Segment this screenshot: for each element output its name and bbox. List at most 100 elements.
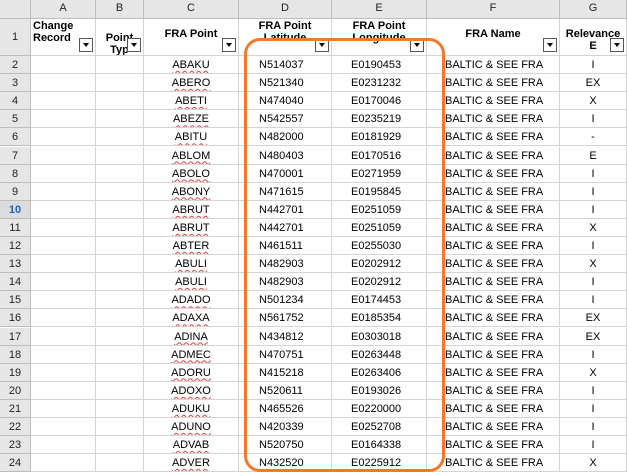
row-header[interactable]: 12 xyxy=(0,237,31,256)
change-record-cell[interactable] xyxy=(31,56,96,75)
fra-point-cell[interactable]: ABULI xyxy=(144,255,239,274)
latitude-cell[interactable]: N461511 xyxy=(239,237,332,256)
fra-name-cell[interactable]: BALTIC & SEE FRA xyxy=(427,218,560,237)
relevance-cell[interactable]: X xyxy=(560,363,627,382)
change-record-cell[interactable] xyxy=(31,381,96,400)
relevance-cell[interactable]: I xyxy=(560,164,627,183)
point-type-cell[interactable] xyxy=(96,418,144,437)
fra-name-cell[interactable]: BALTIC & SEE FRA xyxy=(427,146,560,165)
longitude-cell[interactable]: E0195845 xyxy=(332,182,427,201)
fra-point-cell[interactable]: ABEZE xyxy=(144,110,239,129)
fra-point-cell[interactable]: ABTER xyxy=(144,237,239,256)
longitude-cell[interactable]: E0303018 xyxy=(332,327,427,346)
change-record-cell[interactable] xyxy=(31,273,96,292)
row-header[interactable]: 3 xyxy=(0,74,31,93)
autofilter-dropdown-button[interactable] xyxy=(410,38,424,52)
row-header[interactable]: 22 xyxy=(0,418,31,437)
latitude-cell[interactable]: N520750 xyxy=(239,436,332,455)
relevance-cell[interactable]: I xyxy=(560,200,627,219)
fra-point-cell[interactable]: ADMEC xyxy=(144,345,239,364)
row-header[interactable]: 20 xyxy=(0,381,31,400)
change-record-cell[interactable] xyxy=(31,218,96,237)
row-header[interactable]: 13 xyxy=(0,255,31,274)
latitude-cell[interactable]: N434812 xyxy=(239,327,332,346)
fra-point-cell[interactable]: ABAKU xyxy=(144,56,239,75)
change-record-cell[interactable] xyxy=(31,128,96,147)
point-type-cell[interactable] xyxy=(96,363,144,382)
fra-name-cell[interactable]: BALTIC & SEE FRA xyxy=(427,327,560,346)
row-header[interactable]: 10 xyxy=(0,200,31,219)
point-type-cell[interactable] xyxy=(96,291,144,310)
fra-name-cell[interactable]: BALTIC & SEE FRA xyxy=(427,128,560,147)
row-header[interactable]: 2 xyxy=(0,56,31,75)
autofilter-dropdown-button[interactable] xyxy=(79,38,93,52)
column-header-a[interactable]: A xyxy=(31,0,96,19)
fra-point-cell[interactable]: ADVAB xyxy=(144,436,239,455)
row-header[interactable]: 6 xyxy=(0,128,31,147)
header-cell-a[interactable]: Change Record xyxy=(31,19,96,56)
latitude-cell[interactable]: N465526 xyxy=(239,399,332,418)
change-record-cell[interactable] xyxy=(31,454,96,473)
row-header[interactable]: 16 xyxy=(0,309,31,328)
relevance-cell[interactable]: E xyxy=(560,146,627,165)
header-cell-f[interactable]: FRA Name xyxy=(427,19,560,56)
latitude-cell[interactable]: N561752 xyxy=(239,309,332,328)
point-type-cell[interactable] xyxy=(96,273,144,292)
relevance-cell[interactable]: I xyxy=(560,399,627,418)
row-header[interactable]: 14 xyxy=(0,273,31,292)
row-header[interactable]: 11 xyxy=(0,218,31,237)
latitude-cell[interactable]: N470001 xyxy=(239,164,332,183)
row-header[interactable]: 23 xyxy=(0,436,31,455)
point-type-cell[interactable] xyxy=(96,56,144,75)
longitude-cell[interactable]: E0255030 xyxy=(332,237,427,256)
fra-name-cell[interactable]: BALTIC & SEE FRA xyxy=(427,363,560,382)
longitude-cell[interactable]: E0193026 xyxy=(332,381,427,400)
change-record-cell[interactable] xyxy=(31,418,96,437)
latitude-cell[interactable]: N474040 xyxy=(239,92,332,111)
latitude-cell[interactable]: N542557 xyxy=(239,110,332,129)
latitude-cell[interactable]: N482903 xyxy=(239,255,332,274)
row-header[interactable]: 19 xyxy=(0,363,31,382)
longitude-cell[interactable]: E0181929 xyxy=(332,128,427,147)
longitude-cell[interactable]: E0170046 xyxy=(332,92,427,111)
fra-point-cell[interactable]: ADVER xyxy=(144,454,239,473)
relevance-cell[interactable]: I xyxy=(560,436,627,455)
fra-name-cell[interactable]: BALTIC & SEE FRA xyxy=(427,110,560,129)
relevance-cell[interactable]: - xyxy=(560,128,627,147)
latitude-cell[interactable]: N470751 xyxy=(239,345,332,364)
relevance-cell[interactable]: I xyxy=(560,110,627,129)
change-record-cell[interactable] xyxy=(31,200,96,219)
fra-name-cell[interactable]: BALTIC & SEE FRA xyxy=(427,164,560,183)
column-header-c[interactable]: C xyxy=(144,0,239,19)
point-type-cell[interactable] xyxy=(96,74,144,93)
fra-name-cell[interactable]: BALTIC & SEE FRA xyxy=(427,200,560,219)
latitude-cell[interactable]: N471615 xyxy=(239,182,332,201)
change-record-cell[interactable] xyxy=(31,146,96,165)
longitude-cell[interactable]: E0164338 xyxy=(332,436,427,455)
longitude-cell[interactable]: E0220000 xyxy=(332,399,427,418)
row-header[interactable]: 8 xyxy=(0,164,31,183)
fra-name-cell[interactable]: BALTIC & SEE FRA xyxy=(427,56,560,75)
row-header[interactable]: 15 xyxy=(0,291,31,310)
change-record-cell[interactable] xyxy=(31,182,96,201)
row-header[interactable]: 18 xyxy=(0,345,31,364)
longitude-cell[interactable]: E0235219 xyxy=(332,110,427,129)
relevance-cell[interactable]: I xyxy=(560,273,627,292)
fra-name-cell[interactable]: BALTIC & SEE FRA xyxy=(427,399,560,418)
row-header[interactable]: 21 xyxy=(0,399,31,418)
fra-name-cell[interactable]: BALTIC & SEE FRA xyxy=(427,454,560,473)
latitude-cell[interactable]: N501234 xyxy=(239,291,332,310)
column-header-e[interactable]: E xyxy=(332,0,427,19)
point-type-cell[interactable] xyxy=(96,309,144,328)
relevance-cell[interactable]: I xyxy=(560,182,627,201)
longitude-cell[interactable]: E0185354 xyxy=(332,309,427,328)
relevance-cell[interactable]: X xyxy=(560,454,627,473)
latitude-cell[interactable]: N514037 xyxy=(239,56,332,75)
change-record-cell[interactable] xyxy=(31,309,96,328)
change-record-cell[interactable] xyxy=(31,345,96,364)
point-type-cell[interactable] xyxy=(96,218,144,237)
fra-name-cell[interactable]: BALTIC & SEE FRA xyxy=(427,92,560,111)
relevance-cell[interactable]: I xyxy=(560,381,627,400)
fra-point-cell[interactable]: ABETI xyxy=(144,92,239,111)
point-type-cell[interactable] xyxy=(96,146,144,165)
